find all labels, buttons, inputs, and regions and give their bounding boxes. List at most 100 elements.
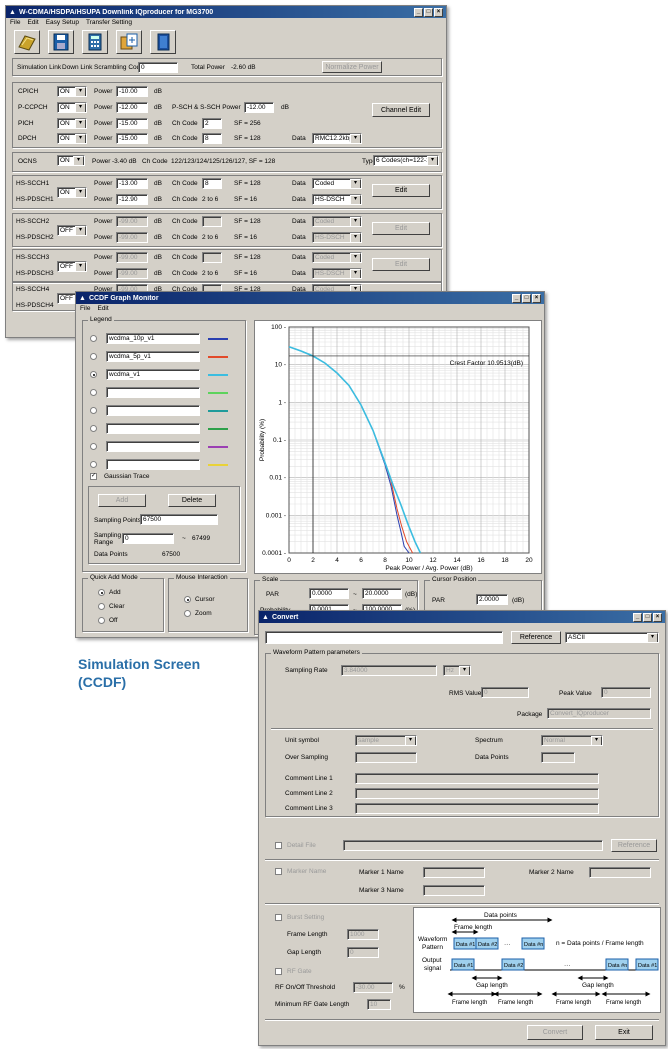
hs-state-select[interactable]: OFF bbox=[57, 225, 87, 236]
hs-scch-code-input[interactable]: 8 bbox=[202, 178, 222, 189]
mouse-zoom-radio[interactable] bbox=[184, 610, 191, 617]
burst-setting-checkbox[interactable] bbox=[275, 914, 282, 921]
channel-state-select[interactable]: ON bbox=[57, 86, 87, 97]
export-button[interactable] bbox=[116, 30, 142, 54]
hs-scch-data-select[interactable]: Coded bbox=[312, 178, 362, 189]
hs-scch-data-select[interactable]: Coded bbox=[312, 252, 362, 263]
legend-radio[interactable] bbox=[90, 353, 97, 360]
rms-value-input[interactable]: 0 bbox=[481, 687, 529, 698]
channel-power-input[interactable]: -15.00 bbox=[116, 118, 148, 129]
hs-pdsch-power-input[interactable]: -99.00 bbox=[116, 268, 148, 279]
legend-color-swatch[interactable] bbox=[208, 446, 228, 448]
rf-gate-checkbox[interactable] bbox=[275, 968, 282, 975]
legend-radio[interactable] bbox=[90, 425, 97, 432]
menu-easy-setup[interactable]: Easy Setup bbox=[46, 19, 79, 27]
quick-add-add-radio[interactable] bbox=[98, 589, 105, 596]
minimize-icon[interactable]: _ bbox=[633, 612, 642, 622]
ch-code-input[interactable]: 2 bbox=[202, 118, 222, 129]
convert-button[interactable]: Convert bbox=[527, 1025, 583, 1040]
ccdf-graph-panel[interactable]: 100 - 10 - 1 - 0.1 - 0.01 - 0.001 - 0.0001 -0 2… bbox=[254, 320, 542, 574]
legend-name-input[interactable] bbox=[106, 441, 200, 452]
reference-button[interactable]: Reference bbox=[511, 631, 561, 644]
legend-name-input[interactable] bbox=[106, 405, 200, 416]
hs-scch-power-input[interactable]: -13.00 bbox=[116, 178, 148, 189]
hs-pdsch-power-input[interactable]: -12.90 bbox=[116, 194, 148, 205]
sampling-rate-unit-select[interactable]: Hz bbox=[443, 665, 471, 676]
channel-power-input[interactable]: -10.00 bbox=[116, 86, 148, 97]
hs-edit-button[interactable]: Edit bbox=[372, 258, 430, 271]
close-icon[interactable]: × bbox=[532, 293, 541, 303]
legend-color-swatch[interactable] bbox=[208, 410, 228, 412]
legend-color-swatch[interactable] bbox=[208, 356, 228, 358]
hs-scch-power-input[interactable]: -99.00 bbox=[116, 252, 148, 263]
detail-file-input[interactable] bbox=[343, 840, 603, 851]
hs-state-select[interactable]: OFF bbox=[57, 261, 87, 272]
ch-code-input[interactable]: 8 bbox=[202, 133, 222, 144]
over-sampling-input[interactable] bbox=[355, 752, 417, 763]
min-rf-gate-input[interactable]: 10 bbox=[367, 999, 391, 1010]
marker-3-name-input[interactable] bbox=[423, 885, 485, 896]
legend-radio[interactable] bbox=[90, 407, 97, 414]
close-icon[interactable]: × bbox=[434, 7, 443, 17]
mouse-cursor-radio[interactable] bbox=[184, 596, 191, 603]
hs-scch-code-input[interactable] bbox=[202, 252, 222, 263]
legend-color-swatch[interactable] bbox=[208, 428, 228, 430]
legend-radio[interactable] bbox=[90, 443, 97, 450]
spectrum-select[interactable]: Normal bbox=[541, 735, 603, 746]
channel-data-select[interactable]: RMC12.2kbps bbox=[312, 133, 362, 144]
scrambling-code-input[interactable]: 0 bbox=[138, 62, 178, 73]
minimize-icon[interactable]: _ bbox=[414, 7, 423, 17]
legend-name-input[interactable]: wcdma_5p_v1 bbox=[106, 351, 200, 362]
quick-add-off-radio[interactable] bbox=[98, 617, 105, 624]
hs-pdsch-data-select[interactable]: HS-DSCH bbox=[312, 232, 362, 243]
hs-state-select[interactable]: ON bbox=[57, 187, 87, 198]
legend-name-input[interactable] bbox=[106, 387, 200, 398]
channel-state-select[interactable]: ON bbox=[57, 102, 87, 113]
comment-line-1-input[interactable] bbox=[355, 773, 599, 784]
channel-power-input[interactable]: -15.00 bbox=[116, 133, 148, 144]
detail-reference-button[interactable]: Reference bbox=[611, 839, 657, 852]
data-points-input[interactable] bbox=[541, 752, 575, 763]
legend-radio[interactable] bbox=[90, 461, 97, 468]
marker-name-checkbox[interactable] bbox=[275, 868, 282, 875]
legend-color-swatch[interactable] bbox=[208, 338, 228, 340]
ccdf-chart[interactable]: 100 - 10 - 1 - 0.1 - 0.01 - 0.001 - 0.0001 -0 2… bbox=[255, 321, 541, 573]
minimize-icon[interactable]: _ bbox=[512, 293, 521, 303]
calculate-button[interactable] bbox=[82, 30, 108, 54]
channel-state-select[interactable]: ON bbox=[57, 133, 87, 144]
legend-name-input[interactable]: wcdma_v1 bbox=[106, 369, 200, 380]
hs-pdsch-data-select[interactable]: HS-DSCH bbox=[312, 194, 362, 205]
par-from-input[interactable]: 0.0000 bbox=[309, 588, 349, 599]
peak-value-input[interactable]: 0 bbox=[601, 687, 651, 698]
legend-color-swatch[interactable] bbox=[208, 374, 228, 376]
marker-1-name-input[interactable] bbox=[423, 867, 485, 878]
channel-power-input[interactable]: -12.00 bbox=[116, 102, 148, 113]
legend-color-swatch[interactable] bbox=[208, 392, 228, 394]
comment-line-3-input[interactable] bbox=[355, 803, 599, 814]
frame-length-input[interactable]: 1000 bbox=[347, 929, 379, 940]
menu-edit[interactable]: Edit bbox=[97, 305, 108, 313]
channel-edit-button[interactable]: Channel Edit bbox=[372, 103, 430, 117]
rf-threshold-input[interactable]: -30.00 bbox=[353, 982, 393, 993]
hs-scch-code-input[interactable] bbox=[202, 216, 222, 227]
ocns-type-select[interactable]: 6 Codes(ch=122-127) bbox=[373, 155, 439, 166]
delete-button[interactable]: Delete bbox=[168, 494, 216, 507]
hs-pdsch-data-select[interactable]: HS-DSCH bbox=[312, 268, 362, 279]
normalize-power-button[interactable]: Normalize Power bbox=[322, 61, 382, 73]
sch-power-input[interactable]: -12.00 bbox=[244, 102, 274, 113]
open-button[interactable] bbox=[14, 30, 40, 54]
maximize-icon[interactable]: □ bbox=[522, 293, 531, 303]
hs-edit-button[interactable]: Edit bbox=[372, 184, 430, 197]
format-select[interactable]: ASCII bbox=[565, 632, 659, 643]
unit-symbol-select[interactable]: sample bbox=[355, 735, 417, 746]
channel-state-select[interactable]: ON bbox=[57, 118, 87, 129]
hs-pdsch-power-input[interactable]: -99.00 bbox=[116, 232, 148, 243]
maximize-icon[interactable]: □ bbox=[643, 612, 652, 622]
add-button[interactable]: Add bbox=[98, 494, 146, 507]
marker-2-name-input[interactable] bbox=[589, 867, 651, 878]
file-path-input[interactable] bbox=[265, 631, 503, 644]
hs-scch-power-input[interactable]: -99.00 bbox=[116, 216, 148, 227]
legend-radio[interactable] bbox=[90, 335, 97, 342]
help-button[interactable] bbox=[150, 30, 176, 54]
comment-line-2-input[interactable] bbox=[355, 788, 599, 799]
